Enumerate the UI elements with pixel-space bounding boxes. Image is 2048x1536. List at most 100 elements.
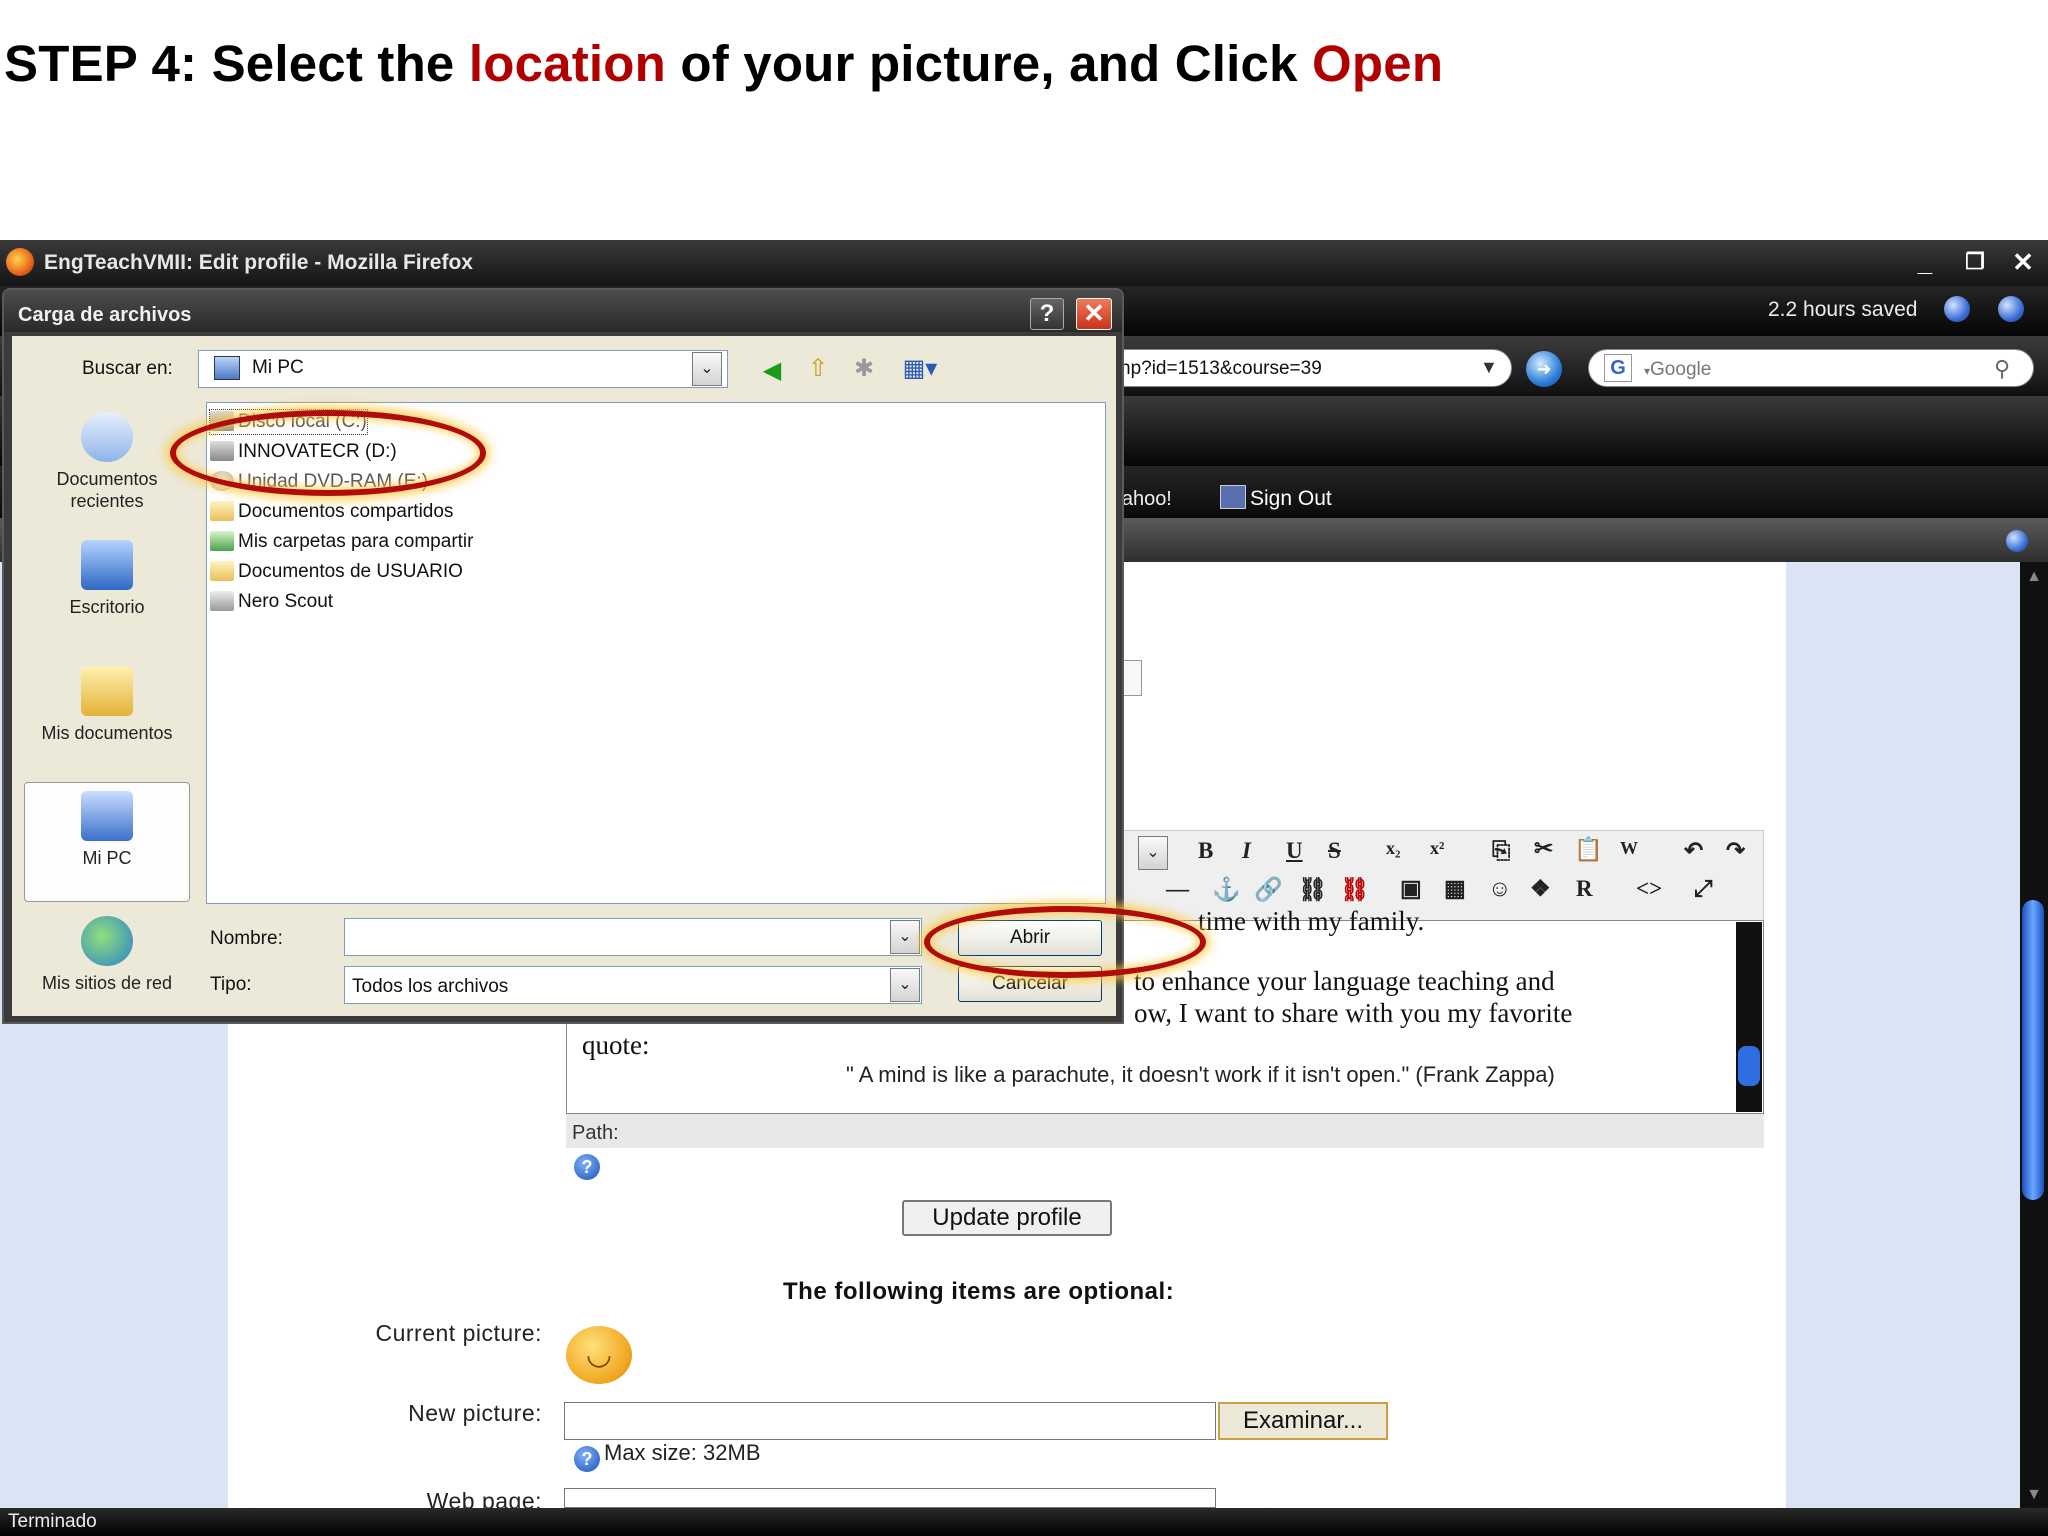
editor-quote: " A mind is like a parachute, it doesn't… — [846, 1062, 1555, 1087]
file-name-label: Nombre: — [210, 928, 283, 949]
paste-icon[interactable]: 📋 — [1574, 836, 1603, 863]
view-menu-icon[interactable]: ▦▾ — [896, 354, 944, 384]
back-icon[interactable]: ◀ — [756, 356, 788, 386]
italic-icon[interactable]: I — [1242, 838, 1251, 864]
web-page-input[interactable] — [564, 1488, 1216, 1508]
help-icon[interactable]: ? — [574, 1154, 600, 1180]
new-picture-input[interactable] — [564, 1402, 1216, 1440]
network-icon — [81, 916, 133, 966]
strikethrough-icon[interactable]: S — [1328, 838, 1341, 864]
folder-icon — [210, 561, 234, 581]
bookmark-yahoo[interactable]: 'ahoo! — [1118, 488, 1172, 511]
globe-icon[interactable] — [1998, 296, 2024, 322]
nolink-icon[interactable]: ⛓ — [1340, 876, 1369, 903]
special-char-icon[interactable]: ❖ — [1530, 876, 1551, 902]
redo-icon[interactable]: ↷ — [1726, 838, 1745, 864]
title-text: STEP 4: Select the — [4, 35, 469, 92]
scrollbar-thumb[interactable] — [2022, 900, 2044, 1200]
minimize-icon[interactable]: _ — [1908, 247, 1942, 279]
dialog-titlebar: Carga de archivos ? ✕ — [4, 290, 1122, 332]
look-in-value: Mi PC — [252, 357, 304, 378]
place-desktop[interactable]: Escritorio — [24, 540, 190, 618]
path-bar — [566, 1114, 1764, 1148]
close-icon[interactable]: ✕ — [2006, 247, 2040, 279]
new-folder-icon[interactable]: ✱ — [848, 354, 880, 384]
title-text: of your picture, and Click — [665, 35, 1313, 92]
chevron-down-icon[interactable]: ⌄ — [890, 920, 920, 954]
help-icon[interactable]: ? — [574, 1446, 600, 1472]
dialog-title: Carga de archivos — [18, 304, 192, 326]
anchor-icon[interactable]: ⚓ — [1212, 876, 1241, 903]
link-icon[interactable]: 🔗 — [1254, 876, 1283, 903]
look-in-label: Buscar en: — [82, 358, 173, 379]
editor-scroll-thumb[interactable] — [1738, 1046, 1760, 1086]
horizontal-rule-icon[interactable]: — — [1166, 876, 1189, 902]
editor-text-line: time with my family. — [1198, 906, 1425, 936]
smiley-icon[interactable]: ☺ — [1488, 876, 1511, 902]
globe-icon[interactable] — [1944, 296, 1970, 322]
up-folder-icon[interactable]: ⇧ — [802, 354, 834, 384]
window-title: EngTeachVMII: Edit profile - Mozilla Fir… — [44, 251, 473, 274]
google-icon[interactable]: G — [1604, 354, 1632, 382]
image-icon[interactable]: ▣ — [1400, 876, 1422, 902]
highlight-ellipse-open — [924, 906, 1206, 978]
close-icon[interactable]: ✕ — [1076, 298, 1112, 330]
bookmark-sign-out[interactable]: Sign Out — [1220, 485, 1332, 511]
web-page-label: Web page: — [426, 1488, 542, 1508]
font-size-dropdown-icon[interactable]: ⌄ — [1138, 836, 1168, 870]
list-item[interactable]: Nero Scout — [210, 590, 333, 614]
max-size-note: Max size: 32MB — [604, 1440, 761, 1465]
path-label: Path: — [572, 1122, 619, 1144]
chevron-down-icon[interactable]: ⌄ — [692, 352, 722, 386]
search-placeholder: ▾Google — [1644, 359, 1712, 380]
nero-icon — [210, 591, 234, 611]
superscript-icon[interactable]: x² — [1430, 838, 1444, 859]
table-icon[interactable]: ▦ — [1444, 876, 1466, 902]
editor-text-line: quote: — [582, 1030, 650, 1060]
globe-icon[interactable] — [2006, 530, 2028, 552]
html-source-icon[interactable]: <> — [1636, 876, 1662, 902]
search-replace-icon[interactable]: R — [1576, 876, 1593, 902]
scroll-down-icon[interactable]: ▼ — [2024, 1486, 2044, 1506]
status-bar: Terminado — [0, 1508, 2048, 1536]
place-my-documents[interactable]: Mis documentos — [24, 666, 190, 744]
help-icon[interactable]: ? — [1030, 298, 1064, 330]
editor-text-line: to enhance your language teaching and — [1134, 966, 1555, 996]
update-profile-button[interactable]: Update profile — [902, 1200, 1112, 1236]
subscript-icon[interactable]: x₂ — [1386, 838, 1400, 859]
place-network[interactable]: Mis sitios de red — [24, 916, 190, 994]
list-item[interactable]: Mis carpetas para compartir — [210, 530, 473, 554]
list-item[interactable]: Documentos de USUARIO — [210, 560, 463, 584]
scroll-up-icon[interactable]: ▲ — [2024, 568, 2044, 588]
title-highlight-open: Open — [1312, 35, 1444, 92]
cut-icon[interactable]: ✂ — [1534, 836, 1553, 862]
hours-saved-status: 2.2 hours saved — [1768, 298, 1918, 321]
place-my-computer[interactable]: Mi PC — [24, 782, 190, 902]
slide-title: STEP 4: Select the location of your pict… — [4, 34, 1443, 93]
folder-icon — [210, 501, 234, 521]
paste-word-icon[interactable]: W — [1620, 838, 1638, 859]
desktop-icon — [81, 540, 133, 590]
chevron-down-icon[interactable]: ⌄ — [890, 968, 920, 1002]
place-recent-documents[interactable]: Documentos recientes — [24, 412, 190, 512]
url-text: np?id=1513&course=39 — [1120, 358, 1322, 379]
list-item[interactable]: Documentos compartidos — [210, 500, 453, 524]
editor-text-line: ow, I want to share with you my favorite — [1134, 998, 1573, 1028]
fullscreen-icon[interactable]: ⤢ — [1694, 876, 1712, 902]
restore-icon[interactable]: ❐ — [1958, 247, 1992, 279]
go-arrow-icon[interactable]: ➜ — [1526, 351, 1562, 387]
copy-icon[interactable]: ⎘ — [1492, 838, 1510, 864]
bold-icon[interactable]: B — [1198, 838, 1213, 864]
status-text: Terminado — [8, 1511, 97, 1532]
title-highlight-location: location — [468, 35, 666, 92]
browse-button[interactable]: Examinar... — [1218, 1402, 1388, 1440]
underline-icon[interactable]: U — [1286, 838, 1303, 864]
computer-icon — [81, 791, 133, 841]
unlink-icon[interactable]: ⛓ — [1298, 876, 1327, 903]
undo-icon[interactable]: ↶ — [1684, 838, 1703, 864]
file-name-input[interactable] — [344, 918, 922, 956]
url-dropdown-icon[interactable]: ▼ — [1480, 357, 1498, 378]
magnifier-icon[interactable]: ⚲ — [1994, 356, 2010, 382]
new-picture-label: New picture: — [408, 1400, 542, 1426]
file-type-label: Tipo: — [210, 974, 252, 995]
